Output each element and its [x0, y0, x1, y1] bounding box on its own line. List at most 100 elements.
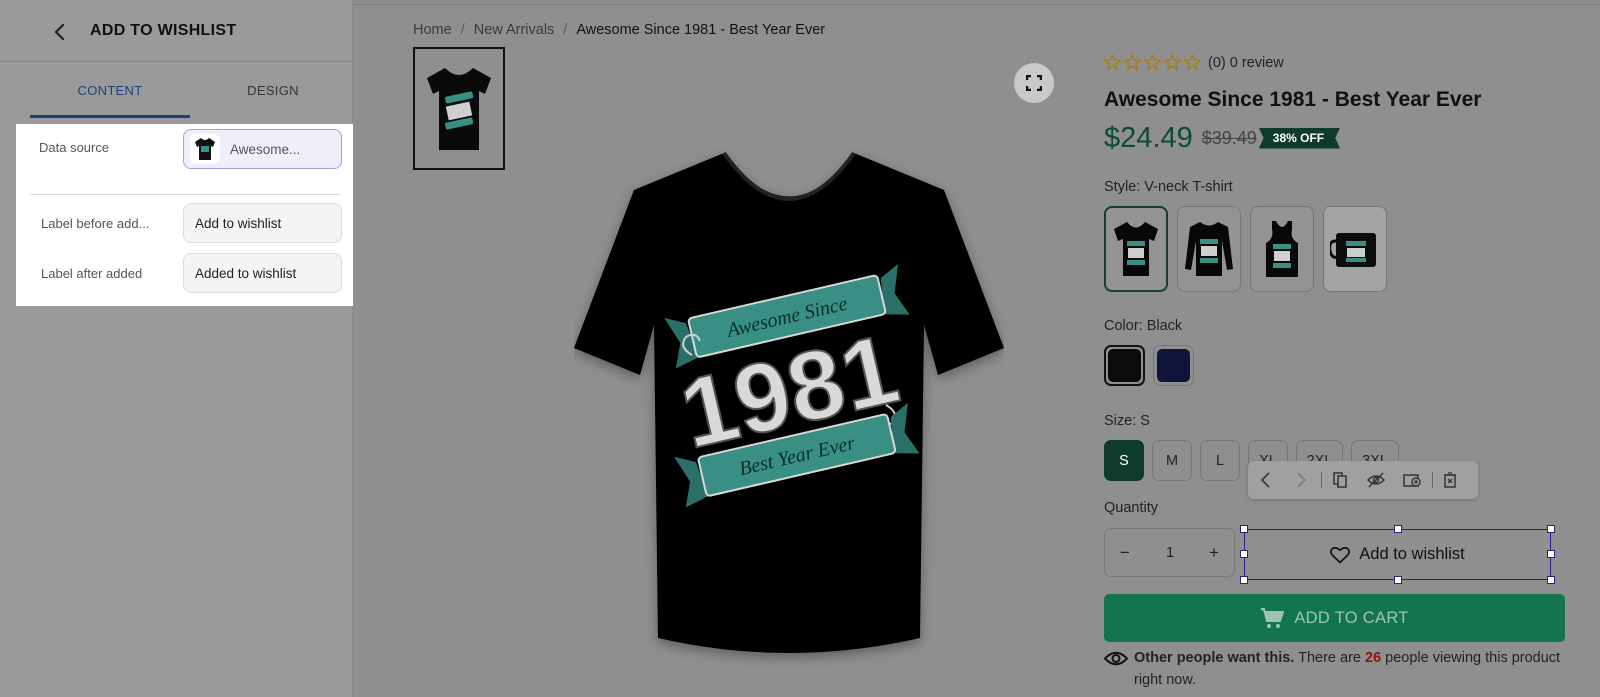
resize-handle[interactable]	[1547, 550, 1555, 558]
style-option-vneck[interactable]	[1104, 206, 1168, 292]
price-row: $24.49 $39.49 38% OFF	[1104, 120, 1341, 156]
color-swatch-navy	[1157, 349, 1190, 382]
product-thumbnail	[190, 134, 220, 164]
panel-title: ADD TO WISHLIST	[90, 22, 237, 39]
increase-quantity-button[interactable]: +	[1194, 529, 1234, 576]
add-to-wishlist-button[interactable]: Add to wishlist	[1240, 525, 1555, 584]
breadcrumb-new-arrivals[interactable]: New Arrivals	[474, 22, 555, 38]
eye-icon	[1104, 651, 1128, 666]
duplicate-button[interactable]	[1329, 469, 1351, 491]
product-info: (0) 0 review Awesome Since 1981 - Best Y…	[1104, 0, 1600, 697]
product-main-image: Awesome Since 1981 Best Year Ever	[574, 151, 1004, 653]
resize-handle[interactable]	[1547, 576, 1555, 584]
save-section-button[interactable]	[1401, 469, 1423, 491]
tab-content[interactable]: CONTENT	[30, 62, 190, 118]
breadcrumb-current: Awesome Since 1981 - Best Year Ever	[576, 22, 826, 38]
delete-button[interactable]	[1439, 469, 1461, 491]
delete-icon	[1444, 472, 1456, 488]
fullscreen-button[interactable]	[1014, 63, 1054, 103]
resize-handle[interactable]	[1547, 525, 1555, 533]
breadcrumb-separator: /	[563, 22, 568, 38]
tab-design[interactable]: DESIGN	[193, 62, 353, 118]
chevron-right-icon	[1297, 472, 1307, 488]
duplicate-icon	[1333, 472, 1347, 488]
select-previous-button[interactable]	[1255, 469, 1277, 491]
breadcrumb-separator: /	[460, 22, 465, 38]
color-swatch-black	[1108, 349, 1141, 382]
viewers-pre: There are	[1294, 650, 1365, 666]
hide-button[interactable]	[1365, 469, 1387, 491]
resize-handle[interactable]	[1240, 550, 1248, 558]
data-source-label: Data source	[39, 140, 110, 155]
label-after-label: Label after added	[41, 266, 143, 281]
settings-box: Data source Awesome... Label before add.…	[16, 124, 353, 306]
add-to-cart-label: ADD TO CART	[1294, 608, 1409, 627]
viewers-count: 26	[1365, 650, 1382, 666]
tshirt-icon	[195, 138, 215, 160]
longsleeve-shirt-image	[1185, 222, 1233, 276]
decrease-quantity-button[interactable]: −	[1105, 529, 1145, 576]
star-outline-icon	[1164, 54, 1181, 71]
vneck-tshirt-image	[1114, 222, 1158, 276]
viewers-lead: Other people want this.	[1134, 650, 1295, 666]
sale-price: $24.49	[1104, 121, 1193, 154]
compare-price: $39.49	[1201, 127, 1257, 148]
size-label: Size: S	[1104, 413, 1150, 429]
panel-header: ADD TO WISHLIST	[0, 0, 353, 62]
toolbar-separator	[1432, 472, 1433, 488]
color-option-navy[interactable]	[1153, 345, 1194, 386]
label-after-input[interactable]: Added to wishlist	[183, 253, 342, 293]
style-option-tank[interactable]	[1250, 206, 1314, 292]
breadcrumb-home[interactable]: Home	[413, 22, 452, 38]
cart-icon	[1260, 608, 1285, 628]
tank-top-image	[1266, 221, 1298, 277]
product-preview: Home / New Arrivals / Awesome Since 1981…	[354, 0, 1600, 697]
data-source-picker[interactable]: Awesome...	[183, 129, 342, 169]
label-before-label: Label before add...	[41, 216, 150, 231]
chevron-left-icon	[1260, 472, 1270, 488]
discount-badge: 38% OFF	[1258, 127, 1341, 149]
review-count[interactable]: (0) 0 review	[1208, 55, 1284, 71]
style-label: Style: V-neck T-shirt	[1104, 179, 1233, 195]
breadcrumb: Home / New Arrivals / Awesome Since 1981…	[413, 22, 825, 38]
resize-handle[interactable]	[1394, 576, 1402, 584]
settings-panel: ADD TO WISHLIST CONTENT DESIGN Data sour…	[0, 0, 353, 697]
divider	[30, 194, 340, 195]
gallery-thumbnail[interactable]	[413, 47, 505, 170]
eye-off-icon	[1367, 472, 1385, 488]
toolbar-separator	[1321, 472, 1322, 488]
style-option-mug[interactable]	[1323, 206, 1387, 292]
color-label: Color: Black	[1104, 318, 1183, 334]
add-section-icon	[1403, 474, 1421, 487]
star-outline-icon	[1184, 54, 1201, 71]
add-to-cart-button[interactable]: ADD TO CART	[1104, 594, 1565, 642]
tshirt-thumbnail-image	[427, 67, 491, 150]
label-before-input[interactable]: Add to wishlist	[183, 203, 342, 243]
element-toolbar	[1248, 461, 1478, 499]
panel-tabs: CONTENT DESIGN	[30, 62, 353, 118]
star-outline-icon	[1144, 54, 1161, 71]
quantity-input[interactable]: 1	[1145, 529, 1195, 576]
star-outline-icon	[1104, 54, 1121, 71]
wishlist-label: Add to wishlist	[1359, 545, 1465, 563]
color-option-black[interactable]	[1104, 345, 1145, 386]
rating-stars[interactable]: (0) 0 review	[1104, 54, 1284, 71]
data-source-value: Awesome...	[230, 141, 301, 157]
resize-handle[interactable]	[1240, 576, 1248, 584]
select-next-button[interactable]	[1290, 469, 1312, 491]
product-title: Awesome Since 1981 - Best Year Ever	[1104, 88, 1482, 111]
mug-image	[1330, 233, 1376, 267]
quantity-label: Quantity	[1104, 500, 1158, 516]
size-option-l[interactable]: L	[1200, 440, 1240, 481]
expand-icon	[1026, 75, 1042, 91]
heart-icon	[1330, 546, 1351, 563]
size-option-s[interactable]: S	[1104, 440, 1144, 481]
resize-handle[interactable]	[1240, 525, 1248, 533]
star-outline-icon	[1124, 54, 1141, 71]
resize-handle[interactable]	[1394, 525, 1402, 533]
chevron-left-icon	[54, 23, 65, 41]
quantity-stepper: − 1 +	[1104, 528, 1235, 577]
style-option-longsleeve[interactable]	[1177, 206, 1241, 292]
size-option-m[interactable]: M	[1152, 440, 1192, 481]
back-button[interactable]	[48, 20, 72, 44]
